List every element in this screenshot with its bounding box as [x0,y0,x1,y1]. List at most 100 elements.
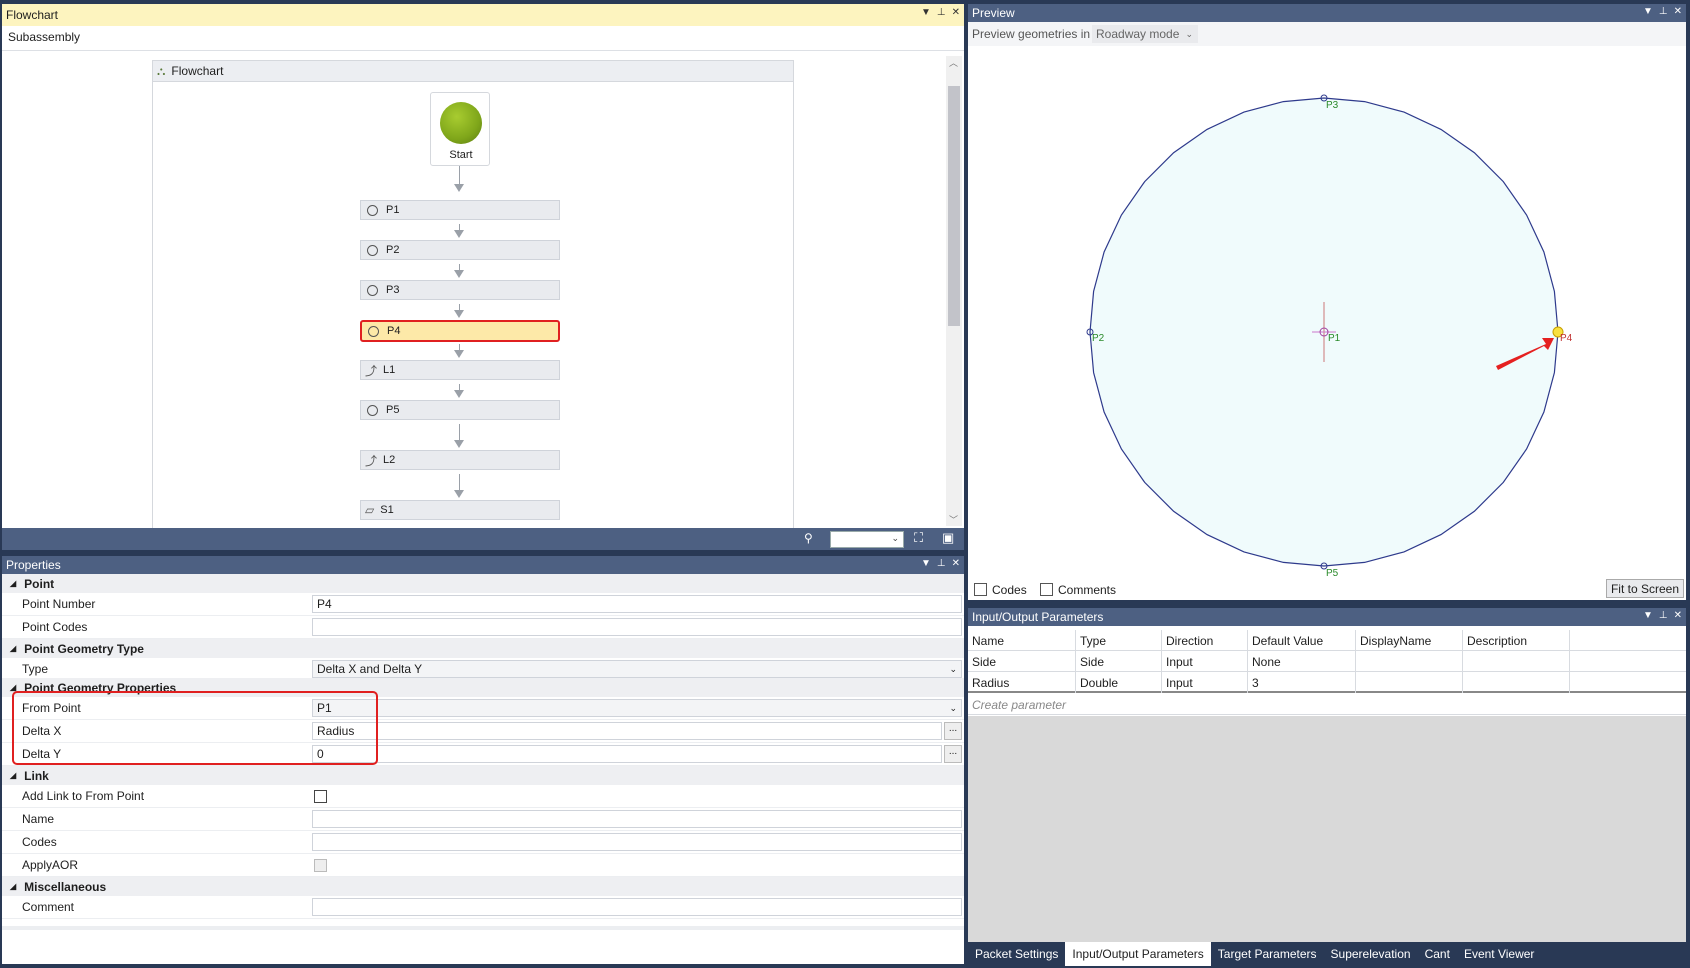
preview-canvas[interactable]: P1 P2 P3 P5 P4 [968,48,1686,578]
row-label: Add Link to From Point [22,789,145,803]
flowchart-node-s1[interactable]: ▱ S1 [360,500,560,520]
table-row[interactable]: Radius Double Input 3 [968,672,1686,693]
cell[interactable]: Input [1162,672,1248,693]
flowchart-node-l1[interactable]: ⤴ L1 [360,360,560,380]
column-header[interactable]: Name [968,630,1076,651]
flowchart-panel: Flowchart ▼ ⊥ ✕ Subassembly ⛬ Flowchart … [2,4,964,528]
point-icon [367,284,378,296]
search-icon[interactable]: ⚲ [804,531,813,545]
start-label: Start [449,149,473,161]
flowchart-node-p4[interactable]: P4 [360,320,560,342]
scroll-up-icon[interactable]: ︿ [949,56,958,69]
mode-select[interactable]: Roadway mode ⌄ [1092,25,1198,43]
cell[interactable]: Input [1162,651,1248,672]
fit-to-screen-button[interactable]: Fit to Screen [1605,579,1684,598]
cell[interactable]: Double [1076,672,1162,693]
category-geometry-props[interactable]: ◢ Point Geometry Properties [2,678,964,697]
table-row[interactable]: Side Side Input None [968,651,1686,672]
codes-checkbox[interactable] [974,583,987,596]
pin-icon[interactable]: ⊥ [937,7,946,18]
create-parameter-row[interactable]: Create parameter [968,694,1686,715]
column-header[interactable]: Direction [1162,630,1248,651]
category-link[interactable]: ◢ Link [2,766,964,785]
dropdown-icon[interactable]: ▼ [1643,6,1653,17]
point-number-input[interactable]: P4 [312,595,962,613]
preview-title: Preview [972,6,1015,20]
tab-packet-settings[interactable]: Packet Settings [968,942,1065,966]
tab-superelevation[interactable]: Superelevation [1324,942,1418,966]
pin-icon[interactable]: ⊥ [1659,610,1668,621]
pin-icon[interactable]: ⊥ [1659,6,1668,17]
delta-y-ellipsis-button[interactable]: ... [944,745,962,763]
category-point[interactable]: ◢ Point [2,574,964,593]
name-input[interactable] [312,810,962,828]
close-icon[interactable]: ✕ [952,558,960,569]
scroll-thumb[interactable] [948,86,960,326]
flowchart-node-p1[interactable]: P1 [360,200,560,220]
category-geometry-type[interactable]: ◢ Point Geometry Type [2,639,964,658]
connector [459,166,460,184]
point-p1-label: P1 [1328,333,1341,344]
tab-event-viewer[interactable]: Event Viewer [1457,942,1541,966]
collapse-icon[interactable]: ◢ [10,882,16,891]
fit-view-icon[interactable]: ⛶ [914,530,923,546]
collapse-icon[interactable]: ◢ [10,771,16,780]
category-label: Miscellaneous [24,879,107,894]
comments-checkbox[interactable] [1040,583,1053,596]
dropdown-icon[interactable]: ▼ [921,558,931,569]
point-p4-label: P4 [1560,333,1573,344]
dropdown-icon[interactable]: ▼ [1643,610,1653,621]
close-icon[interactable]: ✕ [1674,610,1682,621]
column-header[interactable]: DisplayName [1356,630,1463,651]
flowchart-node-p5[interactable]: P5 [360,400,560,420]
from-point-select[interactable]: P1 ⌄ [312,699,962,717]
applyaor-checkbox[interactable] [314,858,327,872]
collapse-icon[interactable]: ◢ [10,683,16,692]
tab-cant[interactable]: Cant [1418,942,1457,966]
delta-x-ellipsis-button[interactable]: ... [944,722,962,740]
cell[interactable] [1463,672,1570,693]
cell[interactable]: None [1248,651,1356,672]
flowchart-title: Flowchart [6,8,59,22]
canvas-header: ⛬ Flowchart [152,60,794,82]
arrow-icon [454,310,464,318]
cell[interactable] [1463,651,1570,672]
cell[interactable]: Side [1076,651,1162,672]
zoom-select[interactable]: ⌄ [830,531,904,548]
close-icon[interactable]: ✕ [952,7,960,18]
overview-icon[interactable]: ▣ [942,530,954,546]
category-misc[interactable]: ◢ Miscellaneous [2,877,964,896]
column-header[interactable]: Description [1463,630,1570,651]
io-title-bar: Input/Output Parameters ▼ ⊥ ✕ [968,608,1686,626]
dropdown-icon[interactable]: ▼ [921,7,931,18]
divider [2,50,964,51]
cell[interactable] [1356,672,1463,693]
cell[interactable]: Side [968,651,1076,672]
vertical-scrollbar[interactable]: ︿ ﹀ [946,56,962,526]
flowchart-node-p2[interactable]: P2 [360,240,560,260]
delta-y-input[interactable]: 0 [312,745,942,763]
create-parameter-placeholder[interactable]: Create parameter [968,694,1686,715]
flowchart-node-p3[interactable]: P3 [360,280,560,300]
cell[interactable]: 3 [1248,672,1356,693]
close-icon[interactable]: ✕ [1674,6,1682,17]
tab-target-parameters[interactable]: Target Parameters [1211,942,1324,966]
column-header[interactable]: Default Value [1248,630,1356,651]
codes-input[interactable] [312,833,962,851]
tab-input-output-parameters[interactable]: Input/Output Parameters [1065,942,1211,966]
node-label: P1 [386,204,400,216]
flowchart-node-l2[interactable]: ⤴ L2 [360,450,560,470]
cell[interactable] [1356,651,1463,672]
column-header[interactable]: Type [1076,630,1162,651]
pin-icon[interactable]: ⊥ [937,558,946,569]
cell[interactable]: Radius [968,672,1076,693]
collapse-icon[interactable]: ◢ [10,644,16,653]
collapse-icon[interactable]: ◢ [10,579,16,588]
delta-x-input[interactable]: Radius [312,722,942,740]
start-node[interactable]: Start [430,92,490,166]
type-select[interactable]: Delta X and Delta Y ⌄ [312,660,962,678]
scroll-down-icon[interactable]: ﹀ [949,513,958,526]
point-codes-input[interactable] [312,618,962,636]
comment-input[interactable] [312,898,962,916]
add-link-checkbox[interactable] [314,789,327,803]
